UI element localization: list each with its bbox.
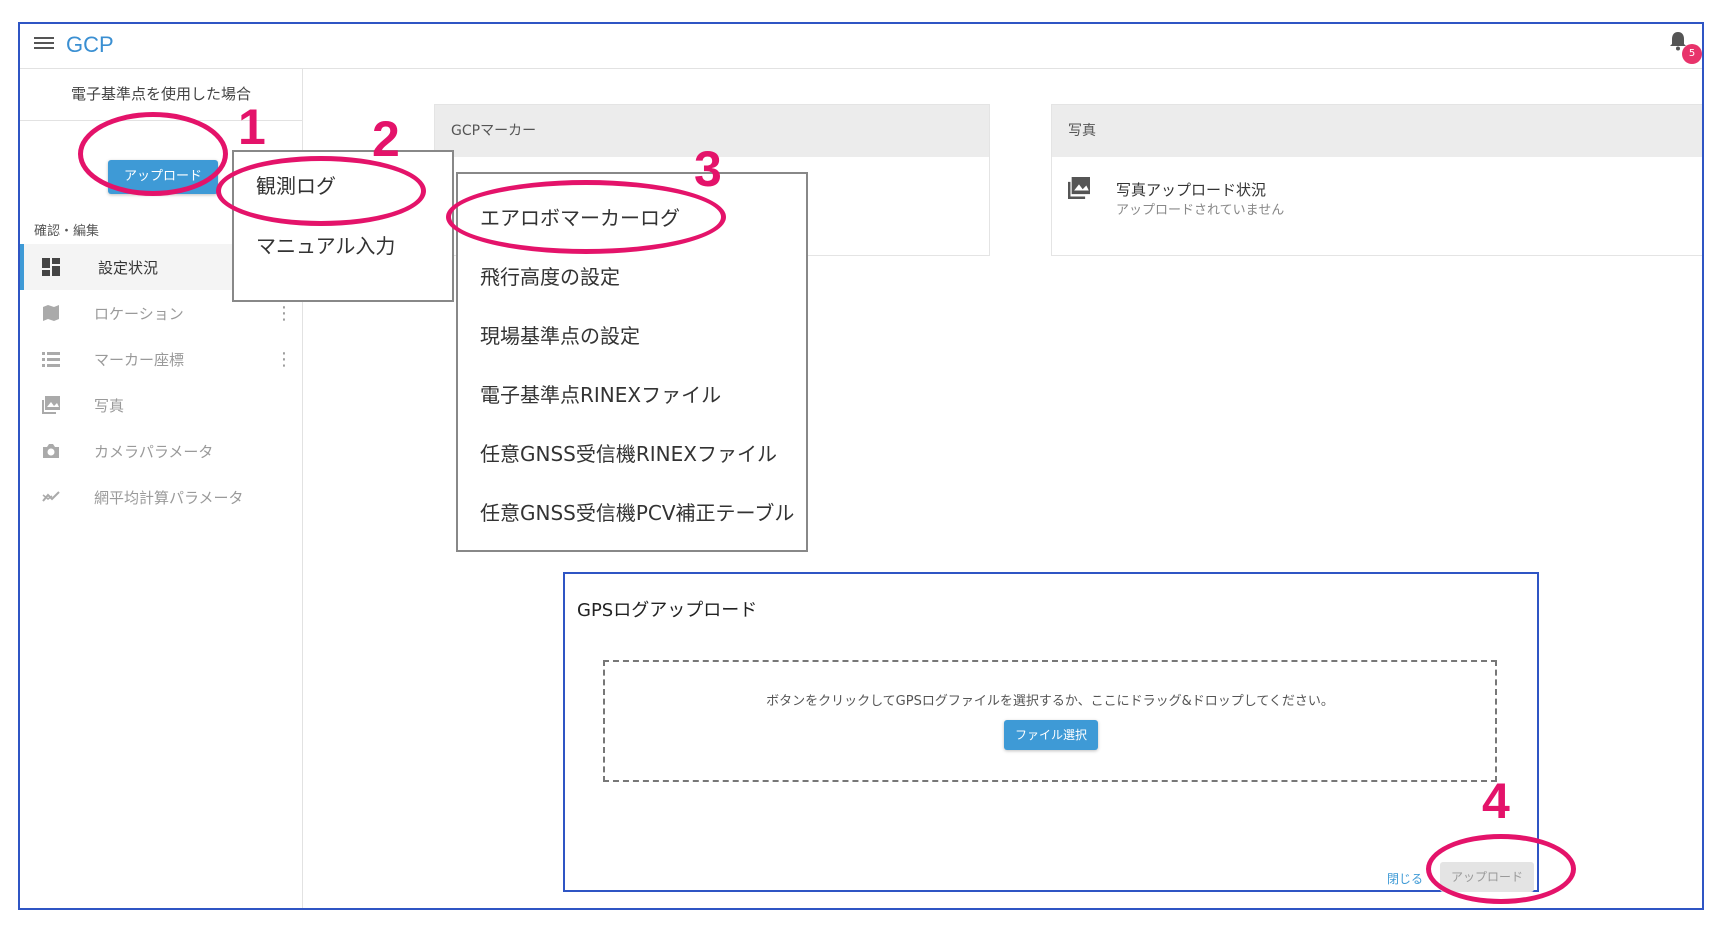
photo-icon: [1068, 177, 1090, 199]
bell-icon[interactable]: 5: [1668, 30, 1702, 64]
photo-card: 写真 写真アップロード状況 アップロードされていません: [1051, 104, 1702, 256]
annotation-number-4: 4: [1482, 773, 1510, 829]
sidebar-item-label: 網平均計算パラメータ: [94, 488, 244, 507]
top-bar: GCP 5: [20, 24, 1702, 69]
sidebar-item-photo[interactable]: 写真: [20, 382, 302, 428]
sidebar-item-network-params[interactable]: 網平均計算パラメータ: [20, 474, 302, 520]
section-label: 確認・編集: [34, 224, 100, 239]
more-vert-icon[interactable]: ⋮: [275, 303, 293, 324]
annotation-ellipse-1: [78, 112, 228, 196]
sidebar-item-label: ロケーション: [94, 304, 184, 323]
menu-item-manual-input[interactable]: マニュアル入力: [256, 230, 395, 259]
menu-icon[interactable]: [34, 34, 54, 54]
gps-log-upload-dialog: GPSログアップロード ボタンをクリックしてGPSログファイルを選択するか、ここ…: [563, 572, 1539, 892]
annotation-number-1: 1: [238, 99, 266, 155]
card-title: 写真: [1052, 105, 1702, 157]
more-vert-icon[interactable]: ⋮: [275, 349, 293, 370]
annotation-number-3: 3: [694, 141, 722, 197]
dialog-title: GPSログアップロード: [577, 600, 758, 621]
menu-item-gnss-rinex[interactable]: 任意GNSS受信機RINEXファイル: [480, 438, 777, 467]
file-dropzone[interactable]: ボタンをクリックしてGPSログファイルを選択するか、ここにドラッグ&ドロップして…: [603, 660, 1497, 782]
photo-status-title: 写真アップロード状況: [1116, 181, 1267, 199]
dashboard-icon: [42, 258, 60, 276]
annotation-number-2: 2: [372, 111, 400, 167]
sidebar-item-camera[interactable]: カメラパラメータ: [20, 428, 302, 474]
sidebar-item-marker-coords[interactable]: マーカー座標 ⋮: [20, 336, 302, 382]
camera-icon: [43, 444, 59, 458]
sidebar-item-label: マーカー座標: [94, 350, 185, 369]
annotation-ellipse-3: [446, 180, 726, 254]
trend-icon: [42, 491, 60, 502]
sidebar-item-label: 写真: [94, 396, 125, 415]
annotation-ellipse-4: [1426, 834, 1576, 904]
app-title: GCP: [66, 32, 114, 57]
menu-item-site-reference[interactable]: 現場基準点の設定: [480, 320, 640, 349]
dropzone-text: ボタンをクリックしてGPSログファイルを選択するか、ここにドラッグ&ドロップして…: [766, 694, 1334, 709]
notification-badge: 5: [1682, 44, 1702, 64]
sidebar-item-label: 設定状況: [98, 258, 159, 277]
close-button[interactable]: 閉じる: [1387, 870, 1423, 887]
menu-item-flight-altitude[interactable]: 飛行高度の設定: [480, 261, 620, 290]
photo-icon: [42, 396, 60, 414]
menu-item-gnss-pcv[interactable]: 任意GNSS受信機PCV補正テーブル: [480, 497, 794, 526]
sidebar-item-label: カメラパラメータ: [94, 442, 214, 461]
file-select-button[interactable]: ファイル選択: [1004, 720, 1098, 750]
menu-item-cors-rinex[interactable]: 電子基準点RINEXファイル: [480, 379, 721, 408]
photo-status-sub: アップロードされていません: [1116, 203, 1285, 218]
map-icon: [43, 305, 59, 321]
list-icon: [42, 352, 60, 367]
